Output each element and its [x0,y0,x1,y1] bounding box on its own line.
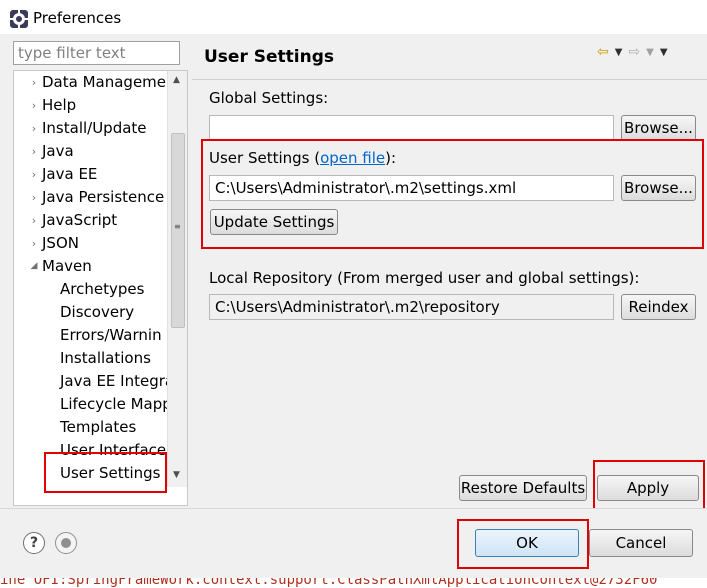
tree-item-label: Templates [60,418,137,436]
title-divider [192,79,707,80]
scrollbar-thumb[interactable]: ≡ [171,133,185,328]
title-bar: Preferences [0,0,707,34]
restore-defaults-button[interactable]: Restore Defaults [459,475,587,501]
tree-item-label: User Settings [60,464,161,482]
tree-item-json[interactable]: › JSON [26,232,79,254]
tree-item-label: Lifecycle Mapp [60,395,172,413]
back-menu-caret-icon[interactable]: ▼ [615,47,623,60]
page-title: User Settings [204,47,334,67]
user-settings-label-suffix: ): [385,149,397,167]
expand-arrow-icon[interactable]: › [26,145,42,158]
scroll-up-arrow-icon[interactable]: ▲ [173,75,180,85]
expand-arrow-icon[interactable]: › [26,99,42,112]
tree-item-label: Installations [60,349,151,367]
expand-arrow-icon[interactable]: › [26,237,42,250]
tree-item-lifecycle-mappings[interactable]: Lifecycle Mapp [60,393,172,415]
tree-item-label: Discovery [60,303,135,321]
tree-item-java-persistence[interactable]: › Java Persistence [26,186,164,208]
collapse-arrow-icon[interactable]: ◢ [26,261,42,271]
user-settings-label-text: User Settings ( [209,149,321,167]
expand-arrow-icon[interactable]: › [26,214,42,227]
page-navigation: ⇦ ▼ ⇨ ▼ ▼ [597,44,668,60]
tree-item-install-update[interactable]: › Install/Update [26,117,147,139]
tree-item-label: Java EE Integra [60,372,175,390]
tree-item-user-interface[interactable]: User Interface [60,439,166,461]
user-browse-button[interactable]: Browse... [621,175,696,201]
expand-arrow-icon[interactable]: › [26,122,42,135]
grip-icon: ≡ [174,222,181,231]
tree-vertical-scrollbar[interactable]: ▲ ≡ ▼ [167,71,187,487]
tree-item-label: Help [42,96,77,114]
eclipse-app-icon [9,9,29,29]
tree-item-label: Data Manageme [42,73,167,91]
ok-button[interactable]: OK [475,529,579,557]
tree-item-label: User Interface [60,441,167,459]
back-arrow-icon[interactable]: ⇦ [597,44,609,60]
tree-item-java-ee[interactable]: › Java EE [26,163,98,185]
expand-arrow-icon[interactable]: › [26,191,42,204]
preferences-tree[interactable]: › Data Manageme › Help › Install/Update … [13,70,188,506]
help-icon[interactable]: ? [23,532,45,554]
update-settings-button[interactable]: Update Settings [210,209,338,235]
local-repository-label: Local Repository (From merged user and g… [209,269,640,287]
user-settings-label: User Settings (open file): [209,149,396,167]
forward-menu-caret-icon[interactable]: ▼ [646,47,654,60]
tree-item-archetypes[interactable]: Archetypes [60,278,144,300]
scroll-down-arrow-icon[interactable]: ▼ [173,470,180,480]
tree-item-label: Errors/Warnin [60,326,162,344]
settings-page: User Settings ⇦ ▼ ⇨ ▼ ▼ Global Settings:… [192,34,707,510]
tree-item-java-ee-integration[interactable]: Java EE Integra [60,370,174,392]
tree-item-label: JavaScript [42,211,118,229]
dialog-button-bar: ? OK Cancel [0,508,707,578]
expand-arrow-icon[interactable]: › [26,76,42,89]
window-title: Preferences [33,9,122,27]
tree-item-templates[interactable]: Templates [60,416,136,438]
view-menu-caret-icon[interactable]: ▼ [660,47,668,60]
cancel-button[interactable]: Cancel [589,529,693,557]
tree-item-errors-warnings[interactable]: Errors/Warnin [60,324,162,346]
reindex-button[interactable]: Reindex [621,294,696,320]
tree-item-label: Install/Update [42,119,147,137]
tree-item-javascript[interactable]: › JavaScript [26,209,117,231]
tree-item-label: JSON [42,234,79,252]
tree-item-label: Java [42,142,74,160]
tree-item-data-management[interactable]: › Data Manageme [26,71,166,93]
tree-item-label: Archetypes [60,280,145,298]
expand-arrow-icon[interactable]: › [26,168,42,181]
global-browse-button[interactable]: Browse... [621,115,696,141]
filter-input[interactable] [13,41,180,65]
tree-item-user-settings[interactable]: User Settings [60,462,161,484]
tree-item-java[interactable]: › Java [26,140,74,162]
global-settings-field[interactable] [209,115,614,141]
tree-item-installations[interactable]: Installations [60,347,151,369]
tree-item-maven[interactable]: ◢ Maven [26,255,92,277]
background-console-strip: ine OFI:SpringFrameWork.context.support.… [0,578,707,588]
apply-button[interactable]: Apply [597,475,699,501]
tree-item-discovery[interactable]: Discovery [60,301,134,323]
tree-item-label: Maven [42,257,92,275]
tree-item-label: Java EE [42,165,98,183]
console-text: ine OFI:SpringFrameWork.context.support.… [0,578,658,588]
tree-item-label: Java Persistence [42,188,165,206]
open-file-link[interactable]: open file [320,149,385,167]
global-settings-label: Global Settings: [209,89,329,107]
tree-item-help[interactable]: › Help [26,94,76,116]
local-repository-field: C:\Users\Administrator\.m2\repository [209,294,614,320]
forward-arrow-icon[interactable]: ⇨ [628,44,640,60]
import-export-icon[interactable] [55,532,77,554]
user-settings-field[interactable]: C:\Users\Administrator\.m2\settings.xml [209,175,614,201]
preferences-sidebar: › Data Manageme › Help › Install/Update … [8,34,191,508]
